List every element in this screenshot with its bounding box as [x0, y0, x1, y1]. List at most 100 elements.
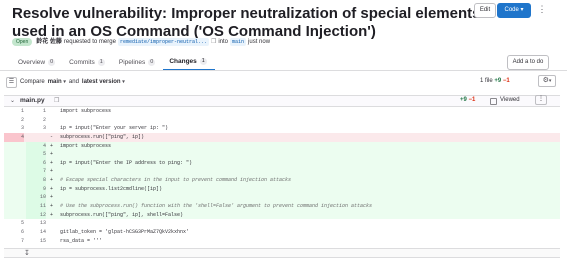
target-branch[interactable]: main [230, 38, 247, 46]
diff-code: 1 1 import subprocess 2 2 3 3 ip = input("Enter… [4, 107, 560, 245]
new-line-number[interactable]: 8 [26, 176, 46, 185]
tab-count: 1 [97, 59, 105, 66]
old-line-number[interactable]: 2 [4, 116, 24, 125]
compare-version-dropdown[interactable]: latest version ▾ [82, 79, 125, 85]
diff-line: 5 13 [4, 219, 560, 228]
into-text: into [218, 39, 229, 45]
new-line-number[interactable]: 14 [26, 228, 46, 237]
code-dropdown-button[interactable]: Code ▾ [497, 3, 531, 18]
diff-line: 7 15 rsa_data = ''' [4, 237, 560, 246]
diff-marker: + [50, 194, 54, 201]
tab-overview[interactable]: Overview 0 [12, 56, 63, 71]
code-text: rsa_data = ''' [60, 237, 103, 244]
code-text: import subprocess [60, 142, 112, 149]
chevron-down-icon: ▾ [548, 78, 552, 84]
tab-count: 1 [199, 58, 207, 65]
new-line-number[interactable]: 11 [26, 202, 46, 211]
diff-settings-button[interactable]: ⚙▾ [538, 75, 556, 87]
old-line-number[interactable]: 1 [4, 107, 24, 116]
compare-branch: main [47, 79, 62, 85]
sidebar-toggle-icon[interactable]: ☰ [6, 76, 17, 88]
new-line-number[interactable]: 7 [26, 167, 46, 177]
old-line-number[interactable]: 7 [4, 237, 24, 246]
compare-branch-dropdown[interactable]: main ▾ [48, 79, 66, 85]
file-diff-stats: +9 −1 [460, 97, 475, 103]
diff-line: 9 + ip = subprocess.list2cmdline([ip]) [4, 184, 560, 194]
diff-marker: - [50, 133, 54, 140]
viewed-checkbox[interactable] [490, 98, 497, 105]
copy-icon[interactable]: ❐ [54, 97, 59, 104]
new-line-number[interactable]: 6 [26, 158, 46, 168]
copy-icon[interactable]: ❐ [211, 37, 216, 47]
code-text: ip = input("Enter the IP address to ping… [60, 159, 193, 166]
diff-line: 5 + [4, 150, 560, 159]
tab-commits[interactable]: Commits 1 [63, 56, 113, 71]
chevron-down-icon: ▾ [520, 7, 524, 13]
diff-marker: + [50, 185, 54, 192]
add-todo-button[interactable]: Add a to do [507, 55, 549, 70]
tab-count: 0 [48, 59, 56, 66]
mr-meta: Open 鈴花 佐藤 requested to merge remediate/… [12, 37, 270, 47]
diff-line: 4 - subprocess.run(["ping", ip]) [4, 132, 560, 142]
source-branch[interactable]: remediate/improper-neutral... [117, 38, 209, 46]
code-text: subprocess.run(["ping", ip]) [60, 133, 145, 140]
collapse-file-icon[interactable]: ⌄ [10, 97, 15, 104]
file-deletions: −1 [468, 97, 476, 103]
diff-line: 10 + [4, 193, 560, 203]
tab-label: Changes [169, 58, 197, 65]
diff-marker: + [50, 142, 54, 149]
expand-icon[interactable]: ↧ [24, 249, 30, 258]
old-line-number[interactable]: 3 [4, 124, 24, 133]
tab-label: Overview [18, 59, 46, 66]
code-text: # Use the subprocess.run() function with… [60, 203, 373, 210]
new-line-number[interactable]: 13 [26, 219, 46, 228]
new-line-number[interactable]: 15 [26, 237, 46, 246]
edit-button[interactable]: Edit [474, 3, 496, 18]
author-link[interactable]: 鈴花 佐藤 [36, 37, 62, 47]
new-line-number[interactable]: 10 [26, 193, 46, 203]
old-line-number[interactable]: 4 [4, 132, 24, 142]
old-line-number[interactable]: 6 [4, 228, 24, 237]
additions-count: +9 [494, 78, 502, 84]
file-stats: 1 file +9 −1 [480, 78, 510, 84]
status-badge: Open [12, 38, 33, 46]
diff-line: 11 + # Use the subprocess.run() function w… [4, 202, 560, 211]
tab-label: Pipelines [118, 59, 146, 66]
code-text: ip = subprocess.list2cmdline([ip]) [60, 185, 163, 192]
diff-line: 22 [4, 116, 560, 125]
code-text: import subprocess [60, 108, 112, 114]
new-line-number[interactable]: 5 [26, 150, 46, 159]
new-line-number[interactable]: 4 [26, 141, 46, 151]
compare-label: Compare [20, 79, 45, 85]
diff-marker: + [50, 203, 54, 210]
new-line-number[interactable]: 3 [26, 124, 46, 133]
time-text: just now [248, 39, 271, 45]
expand-lines-bar[interactable]: ↧ [4, 248, 560, 258]
file-more-button[interactable]: ⋮ [535, 95, 547, 105]
tabs-divider [0, 70, 567, 71]
more-actions-button[interactable]: ⋮ [535, 3, 549, 18]
diff-marker: + [50, 168, 54, 175]
viewed-label: Viewed [500, 97, 520, 103]
diff-line: 3 3 ip = input("Enter your server ip: ") [4, 124, 560, 133]
new-line-number[interactable]: 1 [26, 107, 46, 116]
diff-marker: + [50, 177, 54, 184]
old-line-number[interactable]: 5 [4, 219, 24, 228]
tab-changes[interactable]: Changes 1 [163, 56, 215, 71]
code-text: ip = input("Enter your server ip: ") [60, 125, 169, 132]
code-text: gitlab_token = 'glpat-hCSG3PrMaZ7QkV2kxh… [60, 228, 190, 235]
compare-version: latest version [81, 79, 121, 85]
new-line-number[interactable]: 9 [26, 184, 46, 194]
chevron-down-icon: ▾ [63, 79, 66, 85]
code-button-label: Code [504, 7, 519, 13]
compare-and: and [68, 79, 79, 85]
file-additions: +9 [460, 97, 467, 103]
file-name[interactable]: main.py [20, 97, 45, 104]
tab-count: 0 [148, 59, 156, 66]
diff-line: 1 1 import subprocess [4, 107, 560, 116]
diff-marker: + [50, 151, 54, 158]
new-line-number[interactable]: 12 [26, 210, 46, 220]
new-line-number[interactable]: 2 [26, 116, 46, 125]
tab-pipelines[interactable]: Pipelines 0 [113, 56, 163, 71]
diff-line: 4 + import subprocess [4, 141, 560, 151]
